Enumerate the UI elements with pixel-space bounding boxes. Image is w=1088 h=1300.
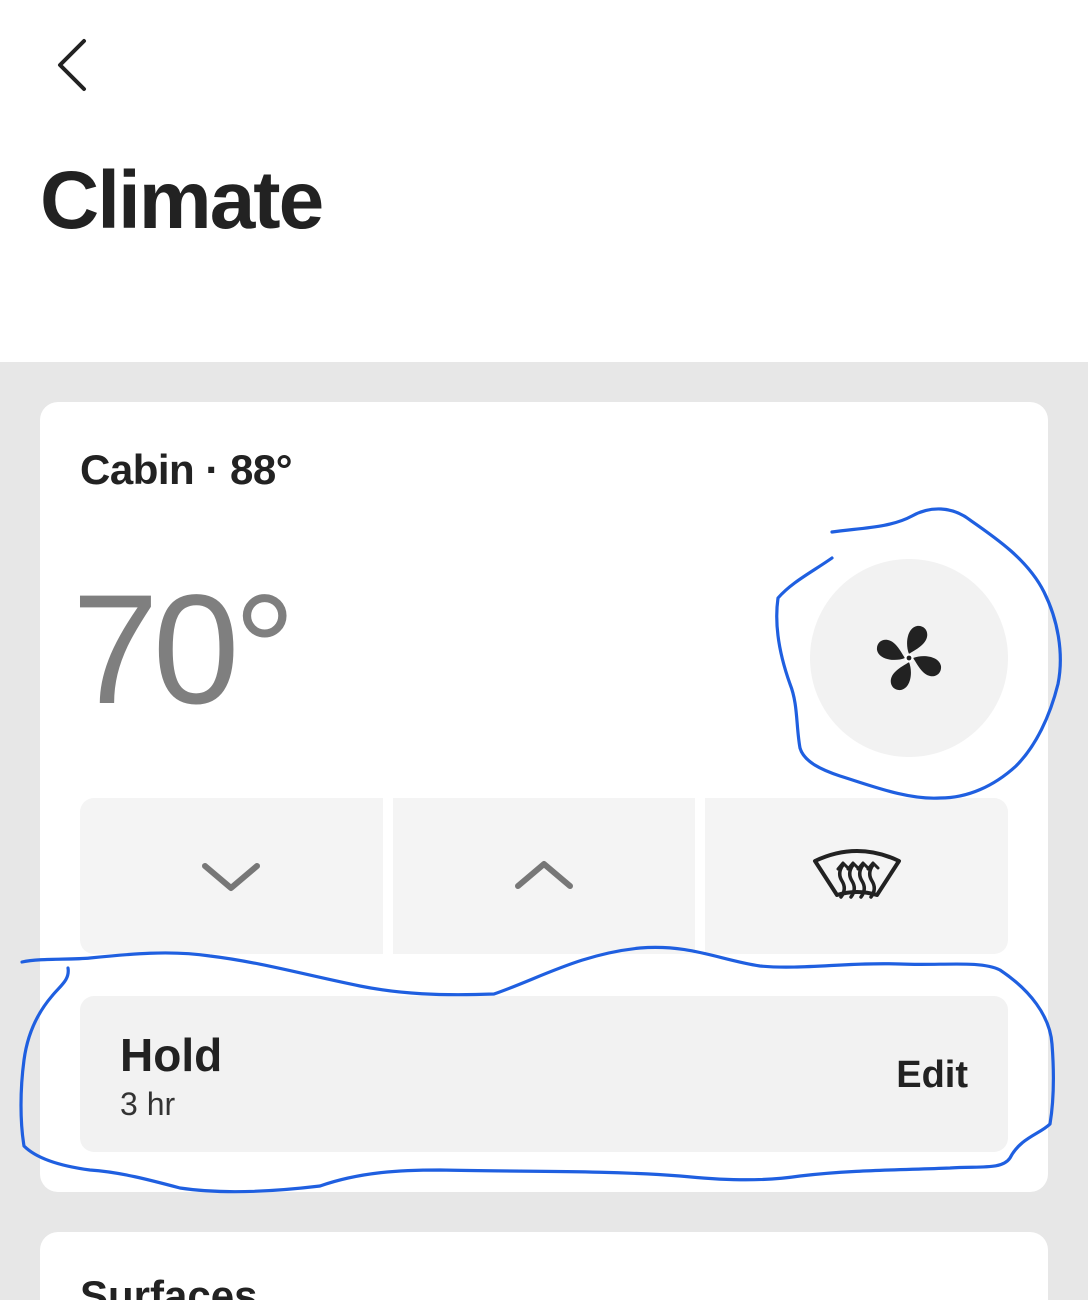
defrost-button[interactable]	[705, 798, 1009, 954]
windshield-defrost-icon	[812, 849, 901, 899]
fan-icon	[876, 625, 942, 691]
chevron-down-icon	[202, 863, 261, 891]
header: Climate	[0, 0, 1088, 362]
temperature-up-button[interactable]	[392, 798, 696, 954]
hold-edit-button[interactable]: Edit	[896, 1054, 968, 1097]
page-title: Climate	[40, 155, 324, 246]
hold-duration: 3 hr	[120, 1086, 176, 1122]
surfaces-label: Surfaces	[80, 1272, 258, 1300]
chevron-up-icon	[515, 861, 573, 889]
cabin-temperature-label: Cabin · 88°	[80, 446, 293, 493]
fan-button[interactable]	[810, 559, 1008, 757]
hold-row[interactable]: Hold 3 hr Edit	[80, 996, 1008, 1152]
hold-label: Hold	[120, 1029, 223, 1081]
back-button[interactable]	[44, 30, 96, 100]
temperature-controls	[80, 798, 1009, 954]
content-area: Cabin · 88° 70° Hold 3 hr Edit Surfaces	[0, 362, 1088, 1300]
cabin-card: Cabin · 88° 70° Hold 3 hr Edit	[40, 402, 1048, 1192]
surfaces-card: Surfaces	[40, 1232, 1048, 1300]
climate-screen: Climate Cabin · 88° 70° Hold 3 hr Edit S…	[0, 0, 1088, 1300]
set-temperature: 70°	[72, 563, 296, 737]
chevron-left-icon	[58, 39, 86, 91]
temperature-down-button[interactable]	[80, 798, 383, 954]
